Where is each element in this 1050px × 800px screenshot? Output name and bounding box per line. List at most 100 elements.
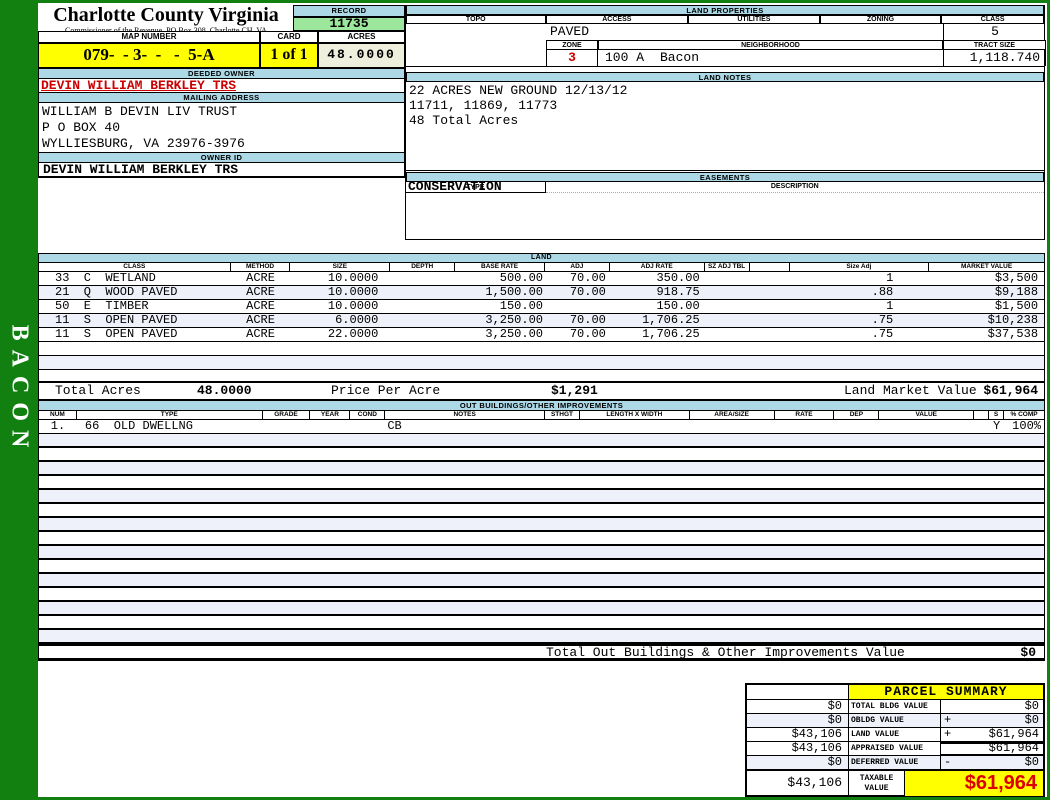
- land-properties-header-row: TOPO ACCESS UTILITIES ZONING CLASS: [406, 15, 1044, 24]
- total-acres-label: Total Acres: [55, 383, 141, 399]
- parcel-summary-title: PARCEL SUMMARY: [849, 685, 1043, 699]
- col-blank: [974, 411, 989, 419]
- cell-size-adj: 1: [789, 272, 929, 285]
- cell-base-rate: 500.00: [455, 272, 545, 285]
- cell-num: 1.: [39, 420, 77, 433]
- map-number-value: 079- - 3- - - 5-A: [38, 43, 260, 68]
- class-value: 5: [943, 24, 1046, 40]
- cell-sz-adj-tbl: [705, 272, 750, 285]
- cell-depth: [390, 286, 455, 299]
- zone-value-row: 3 100 A Bacon 1,118.740: [546, 50, 1046, 66]
- deferred-value-label: DEFERRED VALUE: [849, 756, 941, 769]
- divider: [406, 170, 1044, 171]
- out-building-row: 1. 66 OLD DWELLNG CB Y 100%: [39, 420, 1044, 434]
- empty-row: [39, 448, 1044, 462]
- cell-market-value: $3,500: [929, 272, 1044, 285]
- cell-adj: 70.00: [545, 272, 610, 285]
- taxable-value-label: TAXABLE VALUE: [849, 771, 905, 796]
- sign: +: [944, 714, 951, 727]
- land-value: +$61,964: [941, 728, 1043, 741]
- total-bldg-value: $0: [941, 700, 1043, 713]
- cell-method: ACRE: [231, 314, 291, 327]
- col-sthgt: STHGT: [545, 411, 580, 419]
- value: $0: [1025, 713, 1039, 727]
- obldg-value: + $0: [941, 714, 1043, 727]
- blank-cell: [747, 685, 849, 699]
- map-value-row: 079- - 3- - - 5-A 1 of 1 48.0000: [38, 43, 405, 68]
- col-cond: COND: [350, 411, 385, 419]
- cell-class: 33 C WETLAND: [39, 272, 231, 285]
- cell-sz-adj-tbl: [705, 314, 750, 327]
- tract-size-value: 1,118.740: [943, 50, 1046, 66]
- parcel-summary: PARCEL SUMMARY $0 TOTAL BLDG VALUE $0 $0…: [745, 683, 1045, 797]
- cell-blank: [974, 420, 989, 433]
- col-blank: [750, 263, 790, 271]
- taxable-value: $61,964: [905, 771, 1043, 796]
- land-row: 50 E TIMBER ACRE 10.0000 150.00 150.00 1…: [39, 300, 1044, 314]
- land-market-value: $61,964: [983, 383, 1038, 399]
- deferred-value: -$0: [941, 756, 1043, 769]
- record-value: 11735: [293, 17, 405, 31]
- cell-rate: [775, 420, 835, 433]
- cell-size: 10.0000: [291, 272, 391, 285]
- cell-class: 11 S OPEN PAVED: [39, 328, 231, 341]
- topo-label: TOPO: [406, 15, 546, 24]
- empty-row: [39, 342, 1044, 356]
- land-title: LAND: [39, 254, 1044, 263]
- cell-adj-rate: 1,706.25: [610, 314, 705, 327]
- deeded-owner-value: DEVIN WILLIAM BERKLEY TRS: [39, 79, 404, 92]
- col-pct-comp: % COMP: [1004, 411, 1044, 419]
- out-buildings-total-row: Total Out Buildings & Other Improvements…: [39, 644, 1044, 660]
- easement-description-label: DESCRIPTION: [546, 182, 1044, 193]
- cell-method: ACRE: [231, 286, 291, 299]
- taxable-value-left: $43,106: [747, 771, 849, 796]
- cell-length-width: [580, 420, 690, 433]
- cell-class: 11 S OPEN PAVED: [39, 314, 231, 327]
- mailing-address-value: WILLIAM B DEVIN LIV TRUST P O BOX 40 WYL…: [39, 103, 404, 152]
- taxable-value-row: $43,106 TAXABLE VALUE $61,964: [747, 770, 1043, 796]
- out-buildings-total-value: $0: [1020, 647, 1036, 659]
- out-buildings-total-label: Total Out Buildings & Other Improvements…: [546, 647, 905, 659]
- col-sz-adj-tbl: SZ ADJ TBL: [705, 263, 750, 271]
- cell-size-adj: 1: [789, 300, 929, 313]
- empty-row: [39, 616, 1044, 630]
- cell-sz-adj-tbl: [705, 300, 750, 313]
- col-num: NUM: [39, 411, 77, 419]
- summary-row: $43,106 LAND VALUE +$61,964: [747, 728, 1043, 742]
- county-title: Charlotte County Virginia: [40, 4, 292, 26]
- utilities-label: UTILITIES: [688, 15, 820, 24]
- summary-row: $0 OBLDG VALUE + $0: [747, 714, 1043, 728]
- empty-row: [39, 518, 1044, 532]
- col-market-value: MARKET VALUE: [929, 263, 1044, 271]
- summary-row: $0 TOTAL BLDG VALUE $0: [747, 700, 1043, 714]
- land-properties-title: LAND PROPERTIES: [406, 5, 1044, 15]
- cell-adj: [545, 300, 610, 313]
- empty-row: [39, 462, 1044, 476]
- cell-size: 6.0000: [291, 314, 391, 327]
- col-s: S: [989, 411, 1004, 419]
- col-value: VALUE: [879, 411, 974, 419]
- class-label: CLASS: [941, 15, 1044, 24]
- zoning-label: ZONING: [820, 15, 942, 24]
- obldg-value-label: OBLDG VALUE: [849, 714, 941, 727]
- empty-row: [39, 532, 1044, 546]
- land-row: 21 Q WOOD PAVED ACRE 10.0000 1,500.00 70…: [39, 286, 1044, 300]
- owner-id-value: DEVIN WILLIAM BERKLEY TRS: [39, 163, 404, 178]
- sign: +: [944, 728, 951, 741]
- price-per-acre-value: $1,291: [551, 383, 598, 399]
- cell-depth: [390, 300, 455, 313]
- cell-blank: [750, 272, 790, 285]
- neighborhood-code: 100 A: [605, 50, 644, 65]
- cell-base-rate: 1,500.00: [455, 286, 545, 299]
- building-value-left: $0: [747, 700, 849, 713]
- neighborhood-name: Bacon: [660, 50, 699, 65]
- col-notes: NOTES: [385, 411, 545, 419]
- empty-row: [39, 476, 1044, 490]
- cell-size: 22.0000: [291, 328, 391, 341]
- col-adj-rate: ADJ RATE: [610, 263, 705, 271]
- out-buildings-column-headers: NUM TYPE GRADE YEAR COND NOTES STHGT LEN…: [39, 411, 1044, 420]
- neighborhood-label: NEIGHBORHOOD: [598, 40, 943, 50]
- cell-market-value: $10,238: [929, 314, 1044, 327]
- cell-sthgt: [545, 420, 580, 433]
- land-row: 11 S OPEN PAVED ACRE 6.0000 3,250.00 70.…: [39, 314, 1044, 328]
